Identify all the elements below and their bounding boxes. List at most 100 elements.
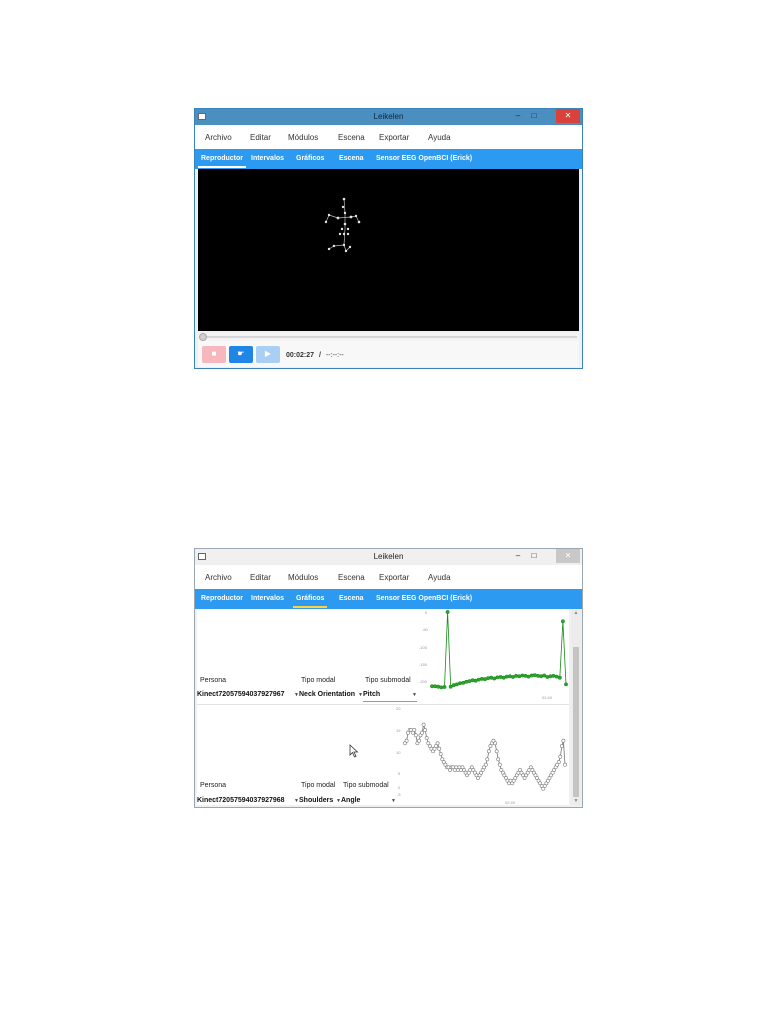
minimize-button[interactable]: – — [512, 109, 524, 123]
tab-reproductor[interactable]: Reproductor — [198, 155, 246, 168]
data-point — [498, 675, 503, 679]
persona-select[interactable]: Kinect72057594037927967 — [197, 691, 285, 698]
tab-sensor-eeg[interactable]: Sensor EEG OpenBCI (Erick) — [376, 595, 472, 602]
menu-bar: Archivo Editar Módulos Escena Exportar A… — [195, 125, 582, 149]
data-point — [560, 619, 565, 624]
data-point — [542, 673, 547, 678]
close-button[interactable]: ✕ — [556, 109, 580, 123]
data-point — [561, 738, 566, 743]
data-point — [548, 674, 553, 679]
current-time: 00:02:27 — [286, 352, 315, 359]
data-point — [523, 674, 528, 678]
y-tick: -200 — [419, 679, 428, 684]
tipo-modal-select[interactable]: Neck Orientation — [299, 691, 355, 698]
seek-handle[interactable] — [199, 333, 207, 341]
data-point — [545, 675, 550, 679]
data-point — [437, 746, 442, 751]
data-point — [476, 677, 481, 682]
data-point — [438, 752, 443, 756]
player-controls: ■ ☛ ▶ 00:02:27 / --:--:-- — [198, 341, 579, 367]
data-point — [464, 679, 469, 684]
y-tick: -100 — [419, 645, 428, 650]
chevron-down-icon[interactable]: ▼ — [391, 798, 396, 804]
menu-escena[interactable]: Escena — [338, 573, 365, 582]
menu-exportar[interactable]: Exportar — [379, 133, 409, 142]
stop-square-icon: ■ — [211, 349, 217, 358]
data-point — [436, 684, 441, 689]
data-point — [423, 728, 428, 732]
video-viewport[interactable] — [198, 169, 579, 331]
title-bar[interactable]: Leikelen – □ ✕ — [195, 549, 582, 565]
data-point — [501, 675, 506, 680]
maximize-button[interactable]: □ — [528, 549, 540, 563]
menu-exportar[interactable]: Exportar — [379, 573, 409, 582]
data-point — [424, 736, 429, 740]
tipo-submodal-select[interactable]: Angle — [341, 797, 360, 804]
menu-escena[interactable]: Escena — [338, 133, 365, 142]
data-point — [473, 678, 478, 683]
persona-select[interactable]: Kinect72057594037927968 — [197, 797, 285, 804]
neck-pitch-chart — [430, 610, 568, 690]
tipo-submodal-select[interactable]: Pitch — [363, 691, 380, 698]
data-point — [435, 741, 440, 746]
scrollbar-thumb[interactable] — [573, 647, 579, 797]
data-point — [486, 676, 491, 681]
series-line — [404, 724, 566, 790]
menu-archivo[interactable]: Archivo — [205, 573, 232, 582]
data-point — [489, 675, 494, 680]
data-point — [404, 738, 409, 743]
tab-graficos[interactable]: Gráficos — [292, 595, 328, 608]
data-point — [554, 674, 559, 679]
data-point — [526, 674, 531, 679]
data-point — [563, 762, 567, 767]
tab-escena[interactable]: Escena — [339, 595, 364, 602]
tab-intervalos[interactable]: Intervalos — [251, 155, 284, 162]
vertical-scrollbar[interactable]: ▲ ▼ — [571, 609, 581, 805]
data-point — [412, 728, 417, 732]
tab-reproductor[interactable]: Reproductor — [201, 595, 243, 602]
tab-bar: Reproductor Intervalos Gráficos Escena S… — [195, 589, 582, 609]
tab-graficos[interactable]: Gráficos — [296, 155, 324, 162]
chevron-down-icon[interactable]: ▼ — [412, 692, 417, 698]
minimize-button[interactable]: – — [512, 549, 524, 563]
play-button[interactable]: ☛ — [229, 346, 253, 363]
y-tick: -150 — [419, 662, 428, 667]
seek-bar[interactable] — [198, 333, 579, 341]
tipo-modal-select[interactable]: Shoulders — [299, 797, 333, 804]
menu-editar[interactable]: Editar — [250, 573, 271, 582]
menu-modulos[interactable]: Módulos — [288, 133, 318, 142]
data-point — [487, 749, 491, 754]
menu-archivo[interactable]: Archivo — [205, 133, 232, 142]
player-window: Leikelen – □ ✕ Archivo Editar Módulos Es… — [194, 108, 583, 369]
mouse-pointer-icon — [349, 744, 359, 758]
data-point — [557, 675, 562, 680]
menu-ayuda[interactable]: Ayuda — [428, 573, 451, 582]
tab-escena[interactable]: Escena — [339, 155, 364, 162]
tab-intervalos[interactable]: Intervalos — [251, 595, 284, 602]
forward-button[interactable]: ▶ — [256, 346, 280, 363]
tab-sensor-eeg[interactable]: Sensor EEG OpenBCI (Erick) — [376, 155, 472, 162]
y-tick: 0 — [398, 785, 401, 790]
seek-track — [202, 336, 577, 338]
menu-ayuda[interactable]: Ayuda — [428, 133, 451, 142]
y-tick: 20 — [396, 706, 401, 711]
maximize-button[interactable]: □ — [528, 109, 540, 123]
data-point — [445, 610, 450, 614]
close-button[interactable]: ✕ — [556, 549, 580, 563]
menu-modulos[interactable]: Módulos — [288, 573, 318, 582]
data-point — [495, 675, 500, 680]
data-point — [439, 685, 444, 690]
scroll-down-icon[interactable]: ▼ — [571, 798, 581, 804]
menu-editar[interactable]: Editar — [250, 133, 271, 142]
data-point — [467, 679, 472, 684]
title-bar[interactable]: Leikelen – □ ✕ — [195, 109, 582, 125]
y-tick: 5 — [398, 771, 401, 776]
tipo-modal-label: Tipo modal — [301, 782, 336, 789]
hand-cursor-icon: ☛ — [237, 349, 245, 358]
data-point — [556, 760, 561, 764]
record-button[interactable]: ■ — [202, 346, 226, 363]
tipo-modal-label: Tipo modal — [301, 677, 336, 684]
y-tick: 10 — [396, 750, 401, 755]
skeleton-figure — [324, 197, 361, 253]
scroll-up-icon[interactable]: ▲ — [571, 610, 581, 616]
